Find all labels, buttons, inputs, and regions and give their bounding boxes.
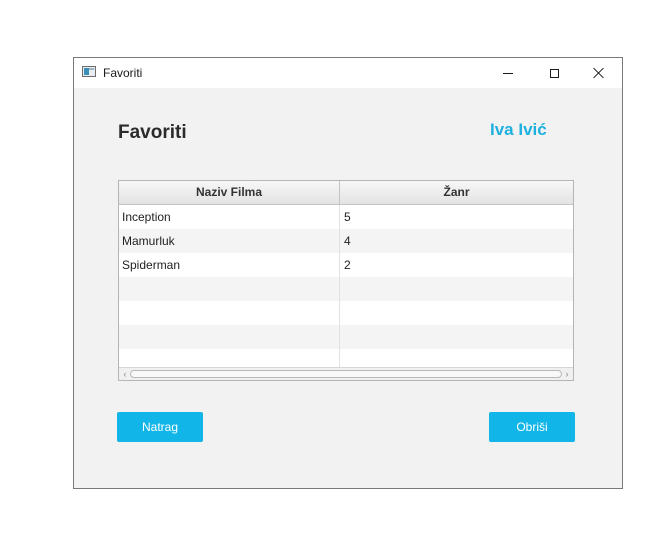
cell-zanr bbox=[340, 301, 573, 325]
cell-naziv: Mamurluk bbox=[119, 229, 340, 253]
cell-zanr bbox=[340, 325, 573, 349]
close-button[interactable] bbox=[576, 58, 622, 88]
table-row[interactable]: Mamurluk 4 bbox=[119, 229, 573, 253]
maximize-button[interactable] bbox=[531, 58, 577, 88]
delete-button[interactable]: Obriši bbox=[489, 412, 575, 442]
table-body: Inception 5 Mamurluk 4 Spiderman 2 bbox=[119, 205, 573, 373]
window-title: Favoriti bbox=[103, 66, 143, 80]
table-row[interactable]: Inception 5 bbox=[119, 205, 573, 229]
scroll-left-icon[interactable]: ‹ bbox=[120, 369, 130, 380]
page-title: Favoriti bbox=[118, 122, 187, 143]
cell-zanr: 5 bbox=[344, 210, 351, 224]
cell-zanr: 4 bbox=[344, 234, 351, 248]
minimize-button[interactable] bbox=[485, 58, 531, 88]
table-row[interactable]: Spiderman 2 bbox=[119, 253, 573, 277]
cell-zanr bbox=[340, 277, 573, 301]
table-row-empty bbox=[119, 325, 573, 349]
app-window: Favoriti Favoriti Iva Ivić Naziv Filma Ž… bbox=[73, 57, 623, 489]
cell-naziv: Spiderman bbox=[119, 253, 340, 277]
column-header-naziv-filma[interactable]: Naziv Filma bbox=[119, 181, 340, 204]
table-row-empty bbox=[119, 277, 573, 301]
column-header-zanr[interactable]: Žanr bbox=[340, 181, 573, 204]
app-icon bbox=[82, 66, 96, 77]
minimize-icon bbox=[503, 72, 513, 74]
table-header: Naziv Filma Žanr bbox=[119, 181, 573, 205]
scroll-right-icon[interactable]: › bbox=[562, 369, 572, 380]
horizontal-scrollbar[interactable]: ‹ › bbox=[119, 367, 573, 380]
back-button[interactable]: Natrag bbox=[117, 412, 203, 442]
scrollbar-thumb[interactable] bbox=[130, 370, 562, 378]
user-name-label: Iva Ivić bbox=[490, 120, 547, 139]
cell-naziv bbox=[119, 277, 340, 301]
cell-naziv: Inception bbox=[119, 205, 340, 229]
cell-naziv bbox=[119, 325, 340, 349]
cell-naziv bbox=[119, 301, 340, 325]
table-row-empty bbox=[119, 301, 573, 325]
title-bar[interactable]: Favoriti bbox=[74, 58, 622, 88]
close-icon bbox=[593, 67, 605, 79]
maximize-icon bbox=[549, 68, 559, 78]
favorites-table[interactable]: Naziv Filma Žanr Inception 5 Mamurluk 4 … bbox=[118, 180, 574, 381]
cell-zanr: 2 bbox=[344, 258, 351, 272]
